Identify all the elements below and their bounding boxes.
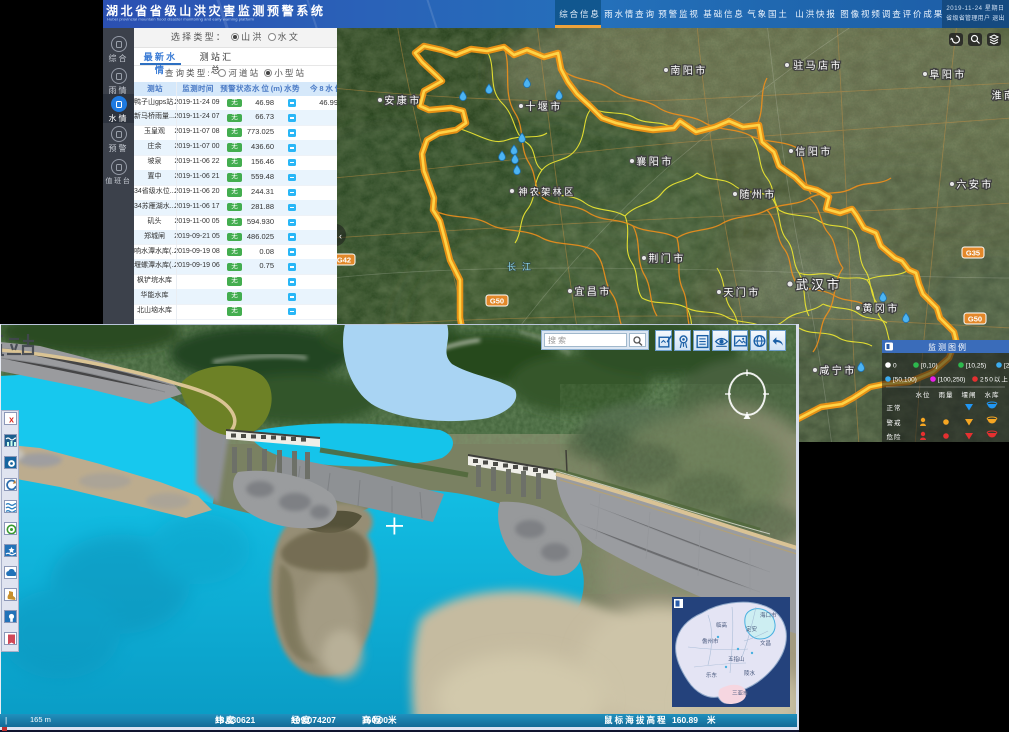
svg-text:海口市: 海口市 <box>760 611 777 619</box>
svg-text:六安市: 六安市 <box>956 178 993 191</box>
svg-text:‹: ‹ <box>339 231 342 241</box>
svg-text:武汉市: 武汉市 <box>796 277 843 292</box>
svg-text:荆门市: 荆门市 <box>648 252 685 265</box>
svg-text:定安: 定安 <box>746 625 758 633</box>
svg-text:G50: G50 <box>968 315 982 324</box>
svg-text:[100,250): [100,250) <box>938 377 965 384</box>
svg-text:G42: G42 <box>337 256 351 265</box>
svg-text:襄阳市: 襄阳市 <box>636 155 673 168</box>
svg-text:随州市: 随州市 <box>739 188 776 201</box>
svg-text:G35: G35 <box>966 249 980 258</box>
svg-text:信阳市: 信阳市 <box>795 145 832 158</box>
svg-text:五指山: 五指山 <box>728 655 745 663</box>
svg-text:淮南: 淮南 <box>992 89 1009 102</box>
svg-text:G50: G50 <box>490 297 504 306</box>
svg-text:文昌: 文昌 <box>760 639 771 647</box>
svg-text:雨量: 雨量 <box>939 391 954 399</box>
svg-text:儋州市: 儋州市 <box>702 637 719 645</box>
svg-text:0: 0 <box>893 363 897 370</box>
svg-text:咸宁市: 咸宁市 <box>819 364 856 377</box>
svg-text:警戒: 警戒 <box>887 418 902 427</box>
svg-text:三亚市: 三亚市 <box>732 689 749 697</box>
svg-text:正常: 正常 <box>887 403 902 412</box>
svg-text:十堰市: 十堰市 <box>525 100 562 113</box>
svg-text:250以上: 250以上 <box>980 375 1009 384</box>
svg-text:乐东: 乐东 <box>706 671 718 679</box>
svg-text:黄冈市: 黄冈市 <box>862 302 899 315</box>
svg-text:南阳市: 南阳市 <box>670 64 707 77</box>
svg-text:危险: 危险 <box>887 432 902 441</box>
svg-text:[0,10): [0,10) <box>921 363 938 370</box>
svg-text:安康市: 安康市 <box>384 94 421 107</box>
svg-text:临高: 临高 <box>716 621 728 629</box>
svg-text:天门市: 天门市 <box>723 286 760 299</box>
svg-text:水库: 水库 <box>985 390 1000 399</box>
svg-text:[10,25): [10,25) <box>966 363 986 370</box>
svg-text:宜昌市: 宜昌市 <box>574 285 611 298</box>
svg-text:监测图例: 监测图例 <box>928 342 968 352</box>
svg-text:长江: 长江 <box>507 261 537 272</box>
svg-text:阜阳市: 阜阳市 <box>929 68 966 81</box>
svg-text:[50,100): [50,100) <box>893 377 917 384</box>
svg-text:水位: 水位 <box>916 390 931 399</box>
svg-text:[25,: [25, <box>1004 363 1009 370</box>
svg-text:神农架林区: 神农架林区 <box>518 186 575 197</box>
svg-text:x: x <box>8 415 13 425</box>
svg-text:驻马店市: 驻马店市 <box>793 59 843 72</box>
svg-text:堰闸: 堰闸 <box>962 390 977 399</box>
svg-text:陵水: 陵水 <box>744 669 756 677</box>
